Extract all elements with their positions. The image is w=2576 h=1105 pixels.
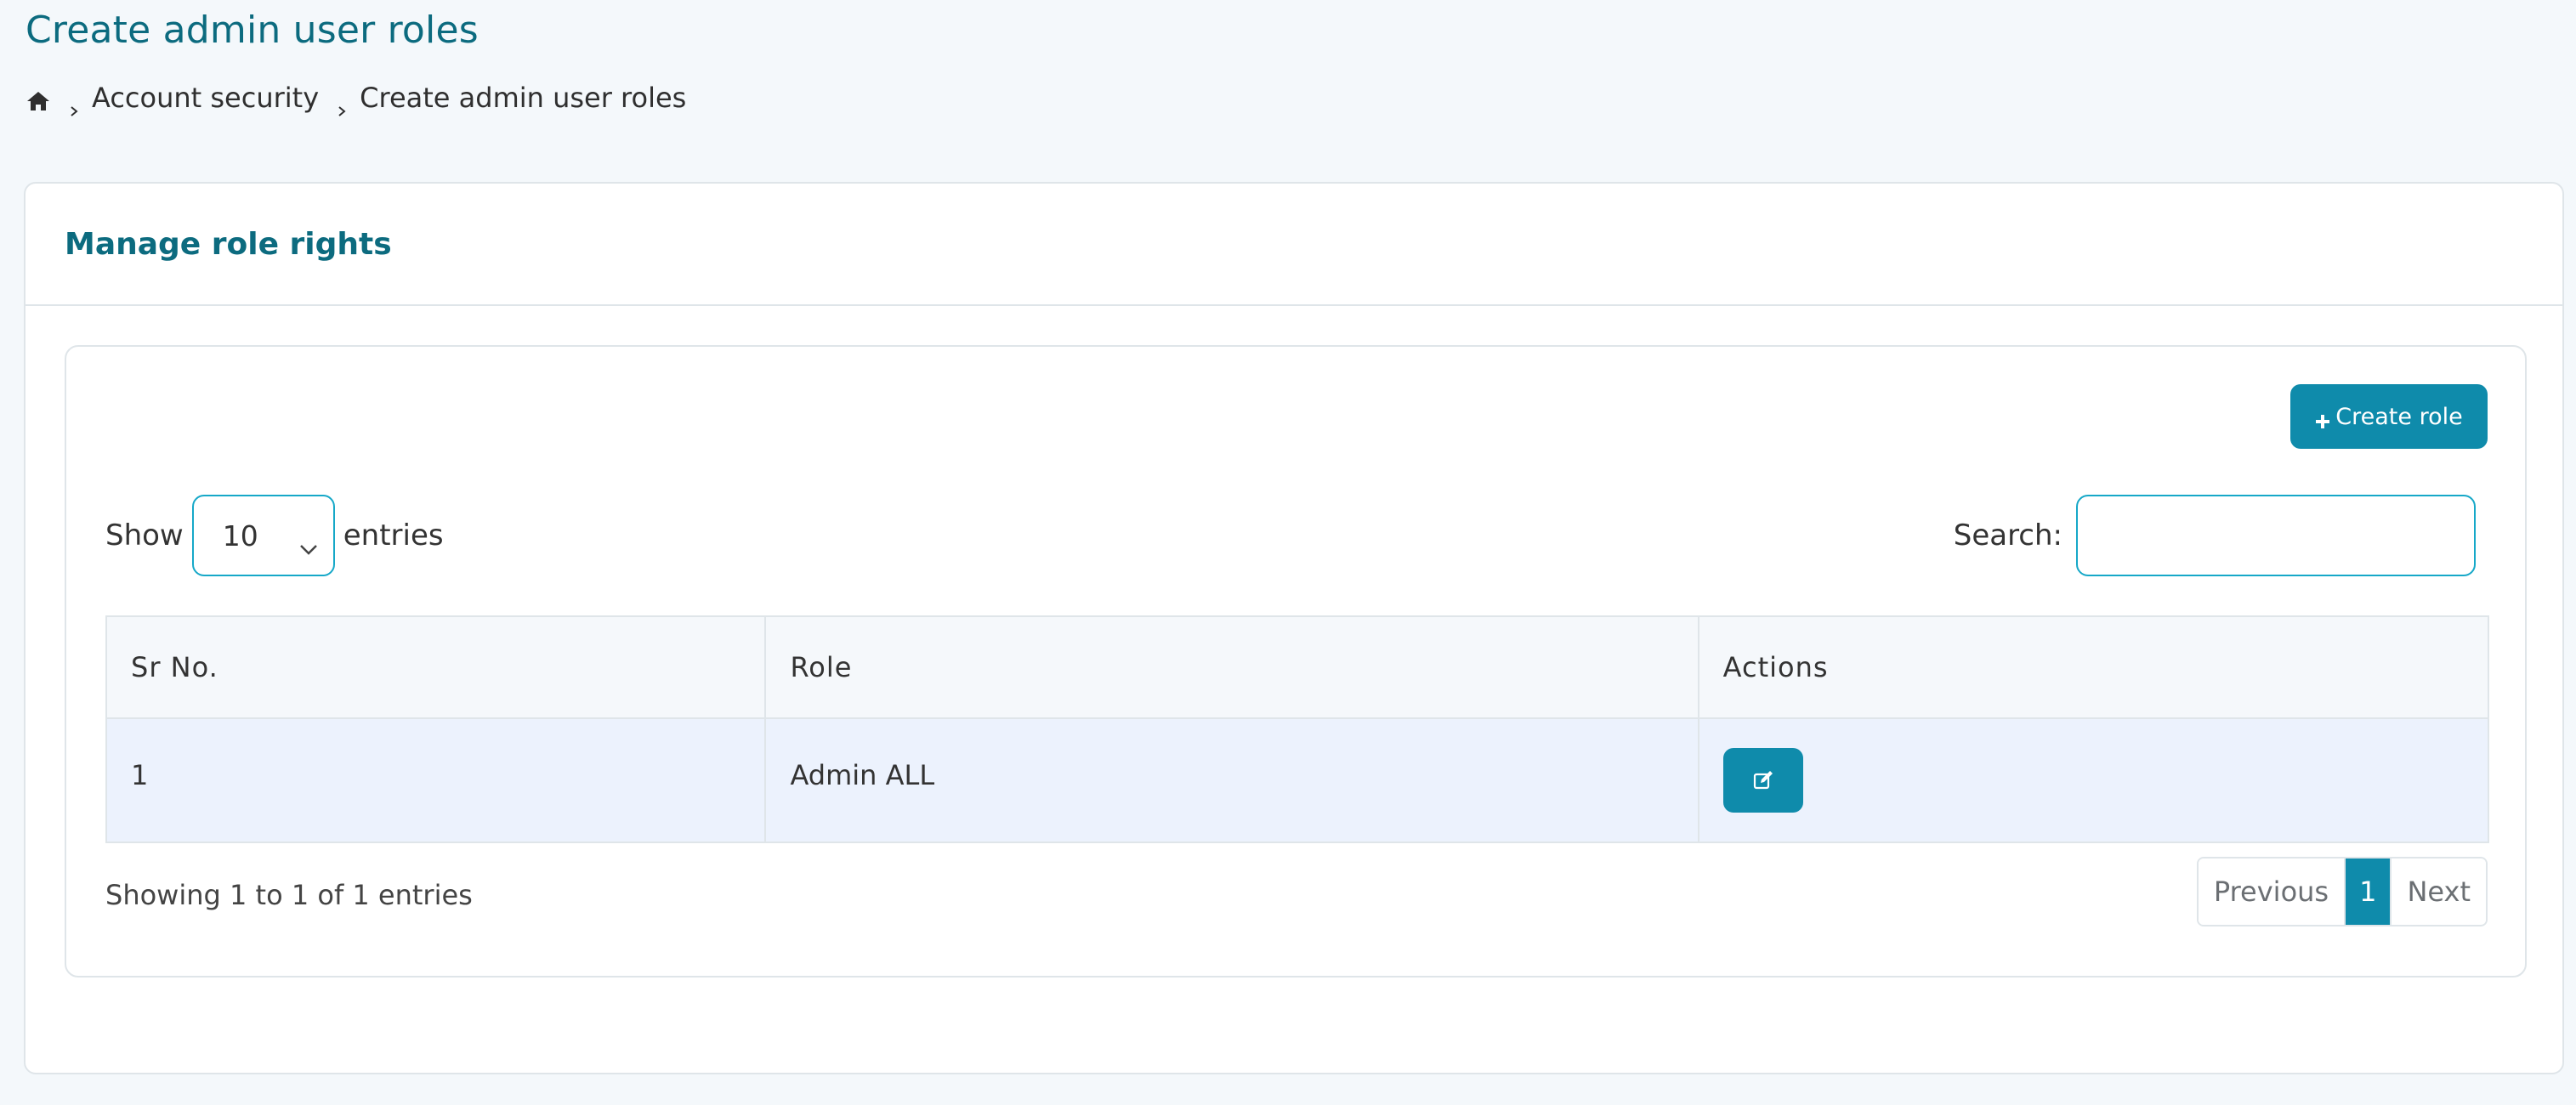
breadcrumb: Account security Create admin user roles xyxy=(26,82,687,116)
column-header-role[interactable]: Role xyxy=(764,615,1699,719)
manage-roles-card: Manage role rights Create role Show 10 e… xyxy=(24,182,2564,1074)
column-header-actions: Actions xyxy=(1697,615,2490,719)
cell-actions xyxy=(1697,717,2490,843)
cell-role: Admin ALL xyxy=(764,717,1699,843)
chevron-right-icon xyxy=(336,92,348,116)
entries-select[interactable]: 10 xyxy=(191,495,335,576)
card-header: Manage role rights xyxy=(26,184,2562,306)
home-icon[interactable] xyxy=(26,87,51,110)
edit-icon xyxy=(1752,769,1774,791)
search-label: Search: xyxy=(1953,518,2063,552)
table-row: 1 Admin ALL xyxy=(105,717,2490,843)
create-role-button[interactable]: Create role xyxy=(2290,384,2488,449)
roles-table-panel: Create role Show 10 entries Search: Sr N… xyxy=(65,345,2527,978)
entries-selected-value: 10 xyxy=(222,518,258,552)
entries-label: entries xyxy=(343,518,444,552)
roles-table: Sr No. Role Actions 1 Admin ALL xyxy=(105,615,2490,843)
page-title: Create admin user roles xyxy=(26,8,479,52)
pagination-page-1[interactable]: 1 xyxy=(2344,858,2391,925)
create-role-label: Create role xyxy=(2335,403,2463,430)
column-header-sr-no[interactable]: Sr No. xyxy=(105,615,767,719)
chevron-right-icon xyxy=(68,92,80,116)
pagination-previous[interactable]: Previous xyxy=(2198,858,2345,925)
entries-length-control: Show 10 entries xyxy=(105,495,444,576)
table-header-row: Sr No. Role Actions xyxy=(105,615,2490,719)
pagination-next[interactable]: Next xyxy=(2390,858,2486,925)
pagination: Previous 1 Next xyxy=(2196,857,2488,926)
cell-sr-no: 1 xyxy=(105,717,767,843)
card-title: Manage role rights xyxy=(65,226,392,262)
search-input[interactable] xyxy=(2076,495,2476,576)
page: Create admin user roles Account security… xyxy=(0,0,2576,1105)
breadcrumb-item-account-security[interactable]: Account security xyxy=(92,82,319,114)
breadcrumb-item-current: Create admin user roles xyxy=(360,82,687,114)
chevron-down-icon xyxy=(299,530,318,555)
table-info: Showing 1 to 1 of 1 entries xyxy=(105,879,473,911)
plus-icon xyxy=(2315,409,2330,428)
edit-role-button[interactable] xyxy=(1722,748,1803,813)
show-label: Show xyxy=(105,518,184,552)
table-search: Search: xyxy=(1954,495,2476,576)
